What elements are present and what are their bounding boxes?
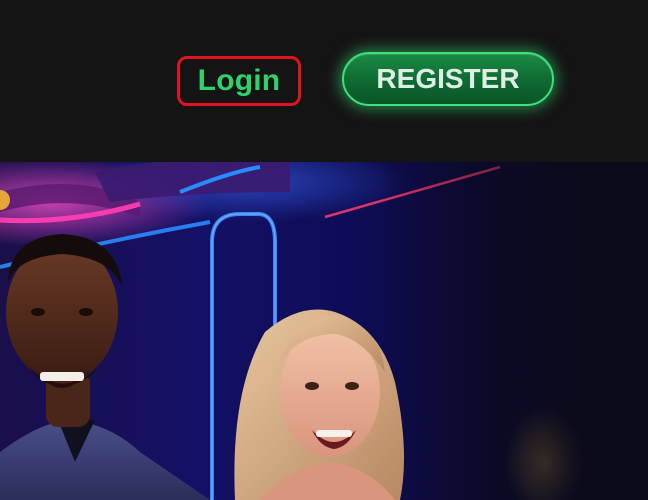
register-button[interactable]: REGISTER [342, 52, 554, 106]
page: Login REGISTER [0, 0, 648, 500]
hero-banner [0, 162, 648, 500]
login-button[interactable]: Login [177, 56, 301, 106]
hero-image [0, 162, 648, 500]
site-header: Login REGISTER [0, 0, 648, 162]
